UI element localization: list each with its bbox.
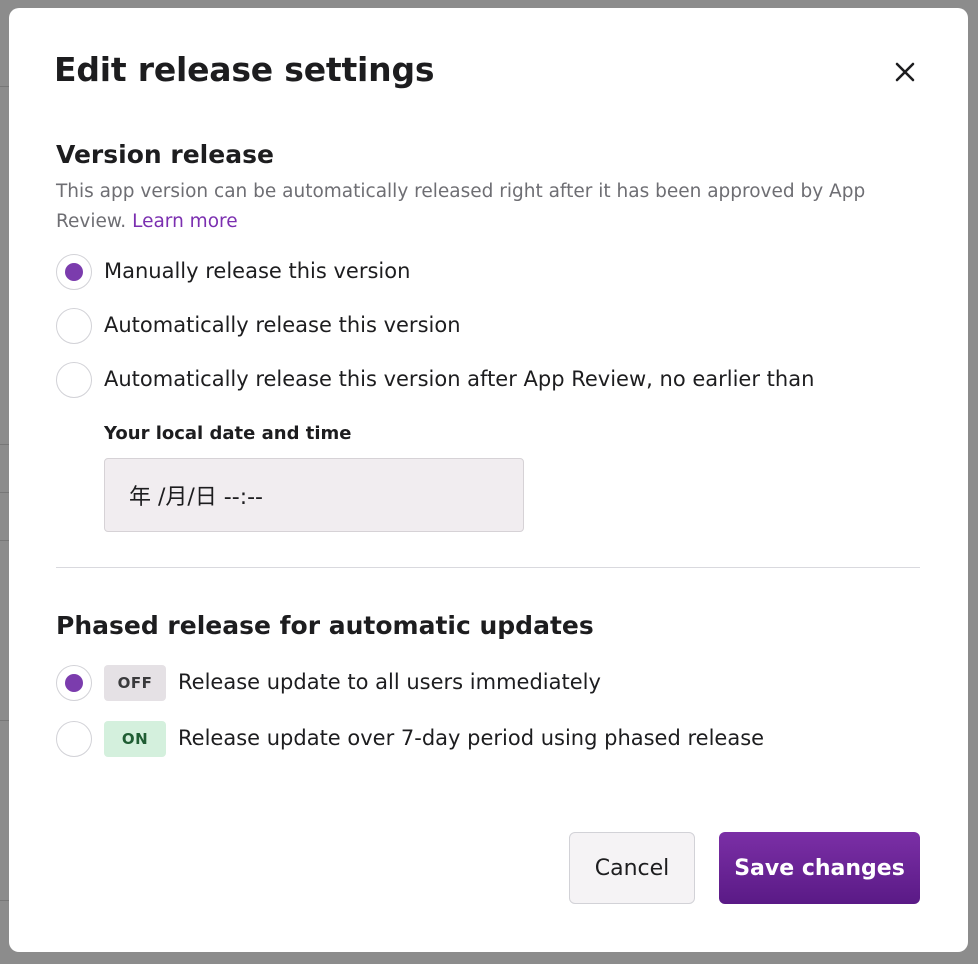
close-icon xyxy=(895,62,915,82)
radio-scheduled-release[interactable] xyxy=(56,362,92,398)
radio-selected-dot xyxy=(65,674,83,692)
save-changes-button[interactable]: Save changes xyxy=(719,832,920,904)
off-badge: OFF xyxy=(104,665,166,701)
radio-phased-release[interactable] xyxy=(56,721,92,757)
radio-selected-dot xyxy=(65,263,83,281)
cancel-button[interactable]: Cancel xyxy=(569,832,695,904)
version-release-description: This app version can be automatically re… xyxy=(56,177,886,237)
version-release-title: Version release xyxy=(56,140,274,169)
on-badge: ON xyxy=(104,721,166,757)
section-divider xyxy=(56,567,920,568)
manual-release-label[interactable]: Manually release this version xyxy=(104,259,410,283)
phased-release-title: Phased release for automatic updates xyxy=(56,611,594,640)
release-all-users-label[interactable]: Release update to all users immediately xyxy=(178,670,601,694)
radio-manual-release[interactable] xyxy=(56,254,92,290)
date-time-input[interactable]: 年 /月/日 --:-- xyxy=(104,458,524,532)
radio-automatic-release[interactable] xyxy=(56,308,92,344)
phased-release-label[interactable]: Release update over 7-day period using p… xyxy=(178,726,764,750)
dialog-title: Edit release settings xyxy=(54,50,435,89)
automatic-release-label[interactable]: Automatically release this version xyxy=(104,313,461,337)
radio-release-all-users[interactable] xyxy=(56,665,92,701)
edit-release-settings-dialog: Edit release settings Version release Th… xyxy=(9,8,968,952)
close-button[interactable] xyxy=(889,56,921,88)
date-time-label: Your local date and time xyxy=(104,423,352,444)
learn-more-link[interactable]: Learn more xyxy=(132,211,238,232)
scheduled-release-label[interactable]: Automatically release this version after… xyxy=(104,367,814,391)
